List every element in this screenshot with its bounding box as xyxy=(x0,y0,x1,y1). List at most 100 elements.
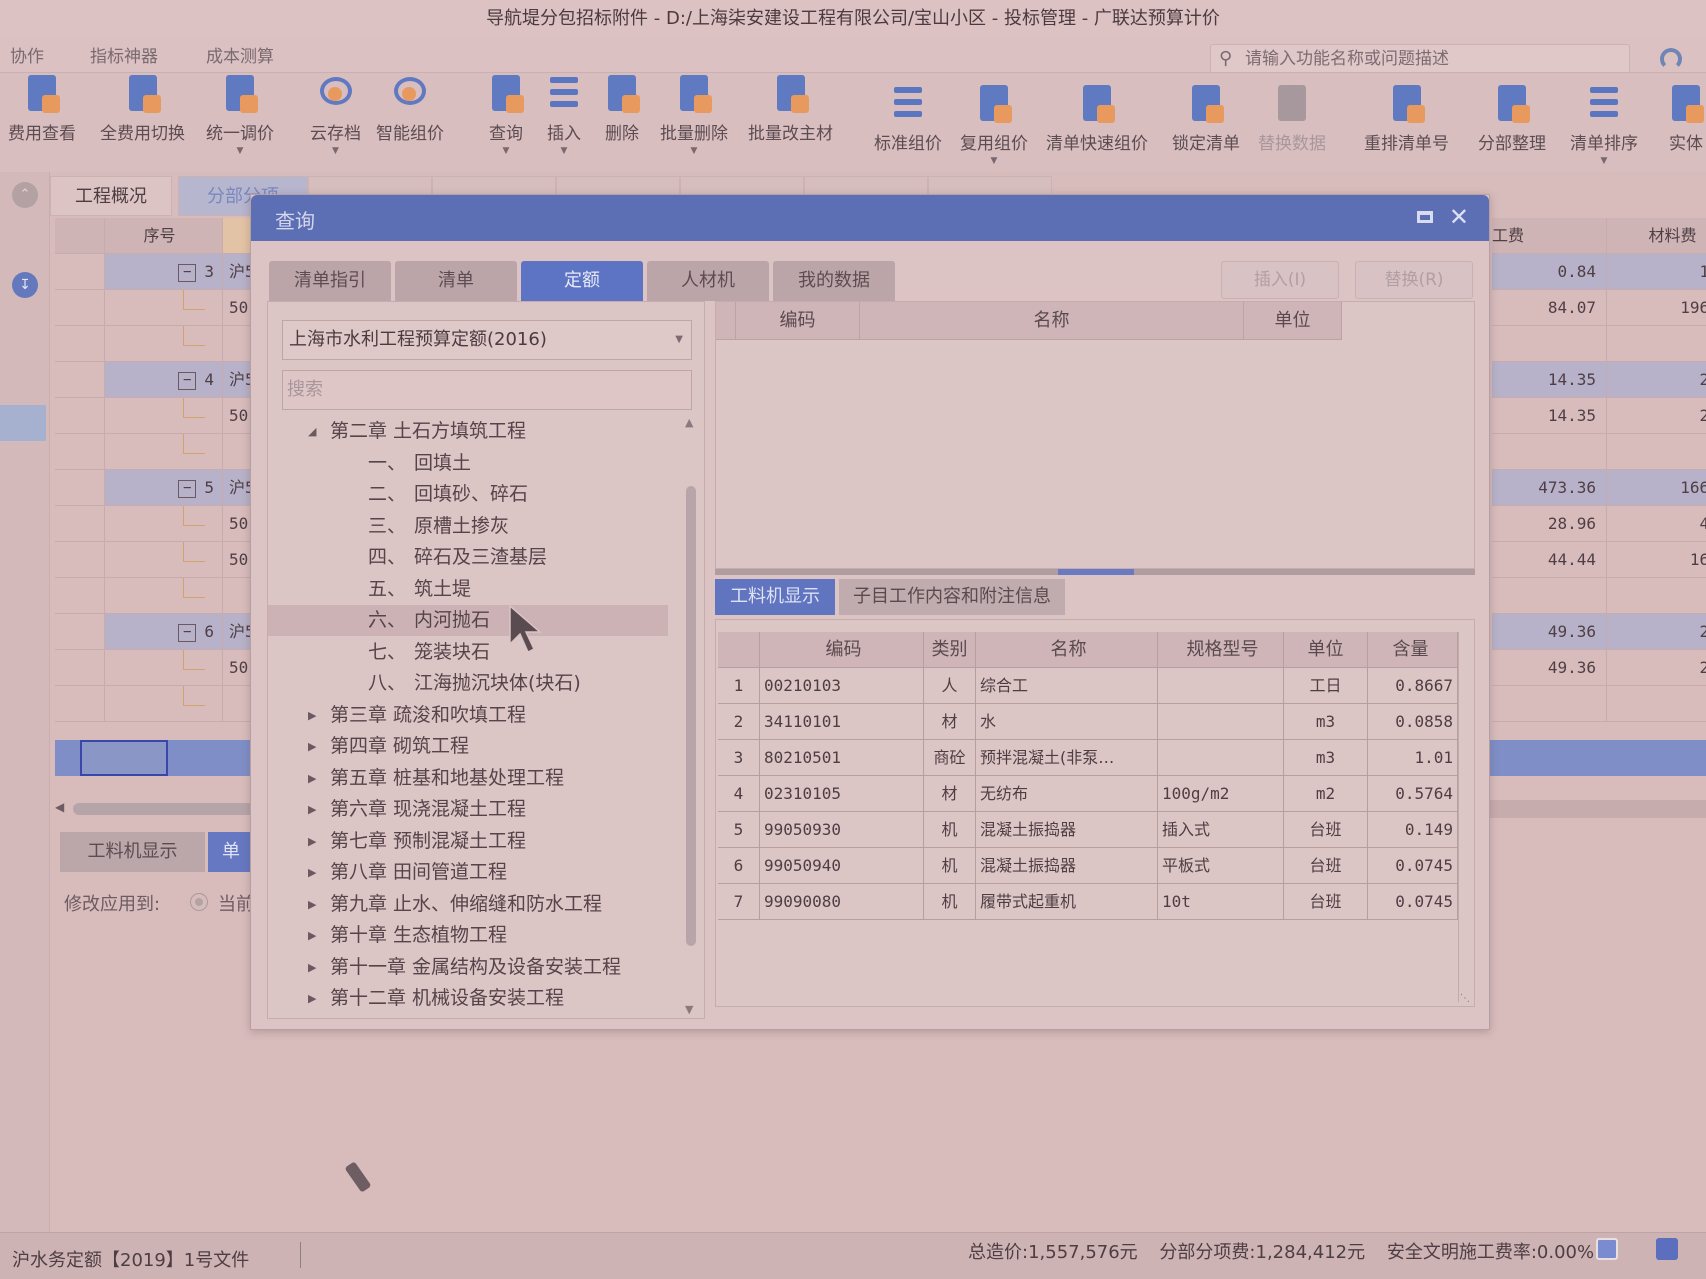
toolbar-button-10[interactable]: 标准组价 xyxy=(874,83,942,154)
menu-collaboration[interactable]: 协作 xyxy=(10,42,44,67)
grid-cell-seq[interactable]: −5 xyxy=(105,470,223,506)
tree-chapter[interactable]: ▶ 第十一章 金属结构及设备安装工程 xyxy=(268,952,668,983)
toolbar-button-5[interactable]: 查询 ▼ xyxy=(488,73,524,156)
collapse-toggle-icon[interactable]: − xyxy=(178,479,197,498)
dialog-tab-list-guide[interactable]: 清单指引 xyxy=(269,261,391,301)
tree-section[interactable]: 五、 筑土堤 xyxy=(268,574,668,605)
tree-chapter[interactable]: ▶ 第四章 砌筑工程 xyxy=(268,731,668,762)
tree-collapsed-icon[interactable]: ▶ xyxy=(308,826,316,857)
lmj-row[interactable]: 4 02310105 材无纺布 100g/m2 m2 0.5764 xyxy=(718,776,1458,812)
collapse-up-icon[interactable]: ⌃ xyxy=(12,182,38,208)
lmj-cell-qty[interactable]: 0.0745 xyxy=(1368,884,1458,920)
grid-cell-material-fee[interactable]: 2.98 xyxy=(1607,362,1706,398)
apply-current-radio[interactable] xyxy=(190,893,208,911)
lmj-cell-code[interactable]: 34110101 xyxy=(760,704,924,740)
lmj-cell-name[interactable]: 混凝土振捣器 xyxy=(976,848,1158,884)
splitter-grip[interactable] xyxy=(1058,569,1134,575)
grid-cell-material-fee[interactable] xyxy=(1607,434,1706,470)
tree-chapter[interactable]: ▶ 第五章 桩基和地基处理工程 xyxy=(268,763,668,794)
lmj-cell-no[interactable]: 5 xyxy=(718,812,760,848)
lmj-cell-qty[interactable]: 0.0858 xyxy=(1368,704,1458,740)
toolbar-button-17[interactable]: 清单排序 ▼ xyxy=(1570,83,1638,166)
grid-cell-seq[interactable] xyxy=(105,434,223,470)
grid-cell-material-fee[interactable]: 16.17 xyxy=(1607,542,1706,578)
tree-collapsed-icon[interactable]: ▶ xyxy=(308,700,316,731)
tree-section[interactable]: 一、 回填土 xyxy=(268,448,668,479)
toolbar-button-15[interactable]: 重排清单号 xyxy=(1364,83,1449,154)
grid-cell-labor-fee[interactable]: 49.36 xyxy=(1492,650,1607,686)
dropdown-caret-icon[interactable]: ▼ xyxy=(1570,156,1638,166)
lmj-cell-qty[interactable]: 0.149 xyxy=(1368,812,1458,848)
lmj-cell-code[interactable]: 99050940 xyxy=(760,848,924,884)
scroll-thumb[interactable] xyxy=(73,803,255,815)
toolbar-button-14[interactable]: 替换数据 xyxy=(1258,83,1326,154)
headset-icon[interactable] xyxy=(1660,48,1682,70)
tree-section[interactable]: 七、 笼装块石 xyxy=(268,637,668,668)
tree-chapter[interactable]: ▶ 第七章 预制混凝土工程 xyxy=(268,826,668,857)
lmj-cell-spec[interactable]: 100g/m2 xyxy=(1158,776,1284,812)
dropdown-caret-icon[interactable]: ▼ xyxy=(960,156,1028,166)
lmj-cell-type[interactable]: 机 xyxy=(924,812,976,848)
lmj-scrollbar[interactable] xyxy=(1458,632,1472,1002)
grid-cell-indicator[interactable] xyxy=(55,398,105,434)
dropdown-caret-icon[interactable]: ▼ xyxy=(660,146,728,156)
toolbar-button-18[interactable]: 实体 xyxy=(1668,83,1704,154)
dialog-tab-list[interactable]: 清单 xyxy=(395,261,517,301)
lmj-cell-type[interactable]: 商砼 xyxy=(924,740,976,776)
grid-cell-indicator[interactable] xyxy=(55,254,105,290)
grid-cell-seq[interactable] xyxy=(105,506,223,542)
grid-cell-seq[interactable]: −3 xyxy=(105,254,223,290)
grid-cell-indicator[interactable] xyxy=(55,290,105,326)
tree-scroll-thumb[interactable] xyxy=(686,486,696,946)
lmj-cell-no[interactable]: 2 xyxy=(718,704,760,740)
grid-scroll-track[interactable] xyxy=(1490,800,1706,818)
tab-work-content-notes[interactable]: 子目工作内容和附注信息 xyxy=(839,579,1065,615)
grid-cell-material-fee[interactable]: 2.98 xyxy=(1607,398,1706,434)
tree-scrollbar[interactable]: ▲ ▼ xyxy=(682,416,700,1016)
grid-cell-indicator[interactable] xyxy=(55,434,105,470)
lmj-cell-no[interactable]: 1 xyxy=(718,668,760,704)
scroll-up-icon[interactable]: ▲ xyxy=(685,416,693,429)
grid-cell-seq[interactable]: −4 xyxy=(105,362,223,398)
lmj-cell-name[interactable]: 水 xyxy=(976,704,1158,740)
lmj-cell-unit[interactable]: 台班 xyxy=(1284,848,1368,884)
tree-chapter[interactable]: ▶ 第十章 生态植物工程 xyxy=(268,920,668,951)
tree-collapsed-icon[interactable]: ▶ xyxy=(308,920,316,951)
grid-cell-labor-fee[interactable]: 473.36 xyxy=(1492,470,1607,506)
lmj-cell-name[interactable]: 无纺布 xyxy=(976,776,1158,812)
grid-cell-seq[interactable] xyxy=(105,398,223,434)
quota-search-input[interactable]: 搜索 xyxy=(282,370,692,410)
grid-cell-indicator[interactable] xyxy=(55,686,105,722)
toolbar-button-16[interactable]: 分部整理 xyxy=(1478,83,1546,154)
scroll-left-icon[interactable]: ◀ xyxy=(55,800,64,814)
tree-section[interactable]: 六、 内河抛石 xyxy=(268,605,668,636)
lmj-cell-type[interactable]: 材 xyxy=(924,704,976,740)
tab-lmj-display[interactable]: 工料机显示 xyxy=(60,832,205,872)
grid-cell-material-fee[interactable] xyxy=(1607,578,1706,614)
grid-cell-indicator[interactable] xyxy=(55,362,105,398)
grid-cell-seq[interactable] xyxy=(105,542,223,578)
lmj-cell-unit[interactable]: m2 xyxy=(1284,776,1368,812)
lmj-row[interactable]: 6 99050940 机混凝土振捣器 平板式 台班 0.0745 xyxy=(718,848,1458,884)
tree-chapter[interactable]: ▶ 第八章 田间管道工程 xyxy=(268,857,668,888)
tree-collapsed-icon[interactable]: ▶ xyxy=(308,763,316,794)
lmj-row[interactable]: 1 00210103 人综合工 工日 0.8667 xyxy=(718,668,1458,704)
grid-horizontal-scrollbar[interactable]: ◀ xyxy=(55,800,255,818)
toolbar-button-12[interactable]: 清单快速组价 xyxy=(1046,83,1148,154)
grid-cell-indicator[interactable] xyxy=(55,326,105,362)
scroll-down-icon[interactable]: ▼ xyxy=(685,1003,693,1016)
lmj-cell-name[interactable]: 履带式起重机 xyxy=(976,884,1158,920)
tab-project-overview[interactable]: 工程概况 xyxy=(50,176,172,216)
lmj-cell-code[interactable]: 02310105 xyxy=(760,776,924,812)
grid-cell-labor-fee[interactable]: 84.07 xyxy=(1492,290,1607,326)
lmj-row[interactable]: 5 99050930 机混凝土振捣器 插入式 台班 0.149 xyxy=(718,812,1458,848)
grid-cell-labor-fee[interactable]: 28.96 xyxy=(1492,506,1607,542)
toolbar-button-8[interactable]: 批量删除 ▼ xyxy=(660,73,728,156)
grid-cell-labor-fee[interactable]: 14.35 xyxy=(1492,362,1607,398)
maximize-icon[interactable] xyxy=(1417,211,1433,223)
tree-collapsed-icon[interactable]: ▶ xyxy=(308,1015,316,1017)
lmj-cell-no[interactable]: 6 xyxy=(718,848,760,884)
tree-section[interactable]: 三、 原槽土掺灰 xyxy=(268,511,668,542)
lmj-cell-qty[interactable]: 0.0745 xyxy=(1368,848,1458,884)
tree-chapter[interactable]: ▶ 第六章 现浇混凝土工程 xyxy=(268,794,668,825)
